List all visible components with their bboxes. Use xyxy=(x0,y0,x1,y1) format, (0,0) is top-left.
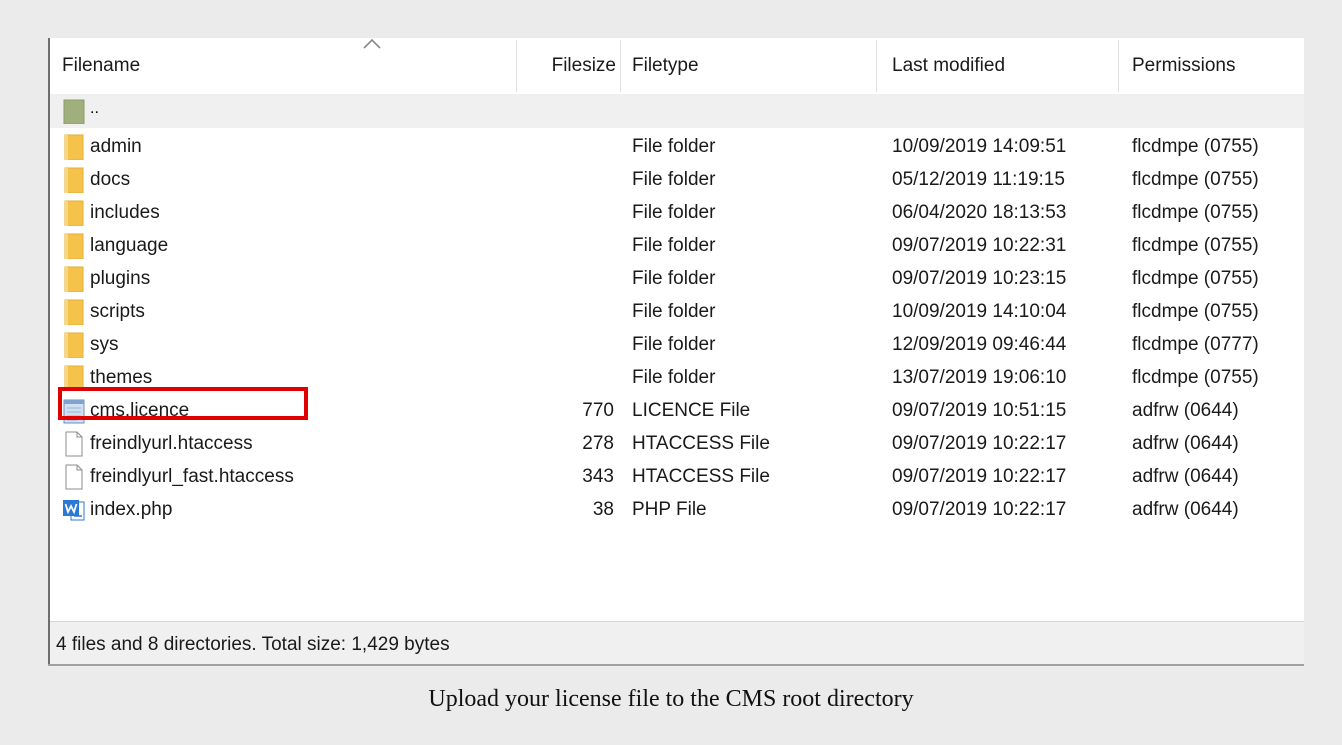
file-size xyxy=(518,229,614,262)
file-permissions: adfrw (0644) xyxy=(1132,400,1239,421)
file-type: File folder xyxy=(632,334,716,355)
file-size xyxy=(518,262,614,295)
folder-icon xyxy=(62,266,86,293)
file-permissions: flcdmpe (0755) xyxy=(1132,301,1259,322)
file-size: 343 xyxy=(582,466,614,487)
table-row[interactable]: language File folder 09/07/2019 10:22:31 fl… xyxy=(50,229,1304,262)
file-permissions: adfrw (0644) xyxy=(1132,499,1239,520)
file-size xyxy=(518,295,614,328)
file-name: admin xyxy=(90,136,142,157)
column-header-permissions[interactable]: Permissions xyxy=(1132,52,1235,80)
file-size: 770 xyxy=(582,400,614,421)
table-row[interactable]: scripts File folder 10/09/2019 14:10:04 flc… xyxy=(50,295,1304,328)
file-name: docs xyxy=(90,169,131,190)
file-size xyxy=(518,196,614,229)
folder-icon xyxy=(62,299,86,326)
column-header-filetype[interactable]: Filetype xyxy=(632,52,699,80)
file-last-modified: 06/04/2020 18:13:53 xyxy=(892,202,1067,223)
file-name: plugins xyxy=(90,268,151,289)
file-last-modified: 09/07/2019 10:22:31 xyxy=(892,235,1067,256)
file-last-modified: 09/07/2019 10:22:17 xyxy=(892,499,1067,520)
parent-directory-label: .. xyxy=(90,100,99,117)
file-name: sys xyxy=(90,334,119,355)
file-type: File folder xyxy=(632,301,716,322)
column-header-bar: Filename Filesize Filetype Last modified… xyxy=(50,38,1304,95)
table-row[interactable]: freindlyurl_fast.htaccess 343 HTACCESS Fil… xyxy=(50,460,1304,493)
column-header-last-modified[interactable]: Last modified xyxy=(892,52,1005,80)
file-type: LICENCE File xyxy=(632,400,751,421)
file-size xyxy=(518,163,614,196)
file-name: freindlyurl_fast.htaccess xyxy=(90,466,294,487)
file-size xyxy=(518,361,614,394)
status-bar: 4 files and 8 directories. Total size: 1… xyxy=(50,621,1304,667)
file-type: File folder xyxy=(632,367,716,388)
file-permissions: adfrw (0644) xyxy=(1132,466,1239,487)
file-last-modified: 09/07/2019 10:23:15 xyxy=(892,268,1067,289)
word-file-icon xyxy=(62,497,86,523)
file-permissions: flcdmpe (0777) xyxy=(1132,334,1259,355)
status-text: 4 files and 8 directories. Total size: 1… xyxy=(56,634,450,655)
panel-border xyxy=(48,664,1304,666)
column-separator[interactable] xyxy=(620,40,621,92)
file-last-modified: 10/09/2019 14:10:04 xyxy=(892,301,1067,322)
file-name: freindlyurl.htaccess xyxy=(90,433,253,454)
table-row[interactable]: index.php 38 PHP File 09/07/2019 10:22:17 ad… xyxy=(50,493,1304,526)
file-last-modified: 09/07/2019 10:22:17 xyxy=(892,466,1067,487)
file-size xyxy=(518,328,614,361)
file-last-modified: 10/09/2019 14:09:51 xyxy=(892,136,1067,157)
file-type: File folder xyxy=(632,235,716,256)
file-permissions: flcdmpe (0755) xyxy=(1132,367,1259,388)
blank-file-icon xyxy=(62,464,86,490)
file-type: File folder xyxy=(632,268,716,289)
file-type: File folder xyxy=(632,136,716,157)
sort-ascending-icon[interactable] xyxy=(362,38,382,50)
file-type: File folder xyxy=(632,202,716,223)
folder-icon xyxy=(62,332,86,359)
column-header-filesize[interactable]: Filesize xyxy=(516,52,616,80)
file-name: includes xyxy=(90,202,160,223)
table-row[interactable]: sys File folder 12/09/2019 09:46:44 flcdmpe… xyxy=(50,328,1304,361)
file-name: index.php xyxy=(90,499,173,520)
file-permissions: flcdmpe (0755) xyxy=(1132,268,1259,289)
folder-icon xyxy=(62,200,86,227)
folder-icon xyxy=(62,167,86,194)
file-size xyxy=(518,130,614,163)
file-last-modified: 09/07/2019 10:22:17 xyxy=(892,433,1067,454)
table-row[interactable]: includes File folder 06/04/2020 18:13:53 fl… xyxy=(50,196,1304,229)
file-permissions: flcdmpe (0755) xyxy=(1132,136,1259,157)
file-name: language xyxy=(90,235,169,256)
file-list-panel: Filename Filesize Filetype Last modified… xyxy=(48,38,1304,667)
file-size: 278 xyxy=(582,433,614,454)
highlight-box xyxy=(58,387,308,420)
file-permissions: flcdmpe (0755) xyxy=(1132,202,1259,223)
caption-text: Upload your license file to the CMS root… xyxy=(428,686,914,712)
blank-file-icon xyxy=(62,431,86,457)
file-type: File folder xyxy=(632,169,716,190)
file-type: HTACCESS File xyxy=(632,466,770,487)
file-type: HTACCESS File xyxy=(632,433,770,454)
file-last-modified: 05/12/2019 11:19:15 xyxy=(892,169,1065,190)
table-row[interactable]: admin File folder 10/09/2019 14:09:51 flcdm… xyxy=(50,130,1304,163)
parent-folder-icon xyxy=(63,99,85,124)
file-size: 38 xyxy=(592,499,614,520)
parent-directory-row[interactable]: .. xyxy=(50,94,1304,128)
folder-icon xyxy=(62,233,86,260)
column-header-filename[interactable]: Filename xyxy=(62,52,140,80)
file-last-modified: 13/07/2019 19:06:10 xyxy=(892,367,1067,388)
column-separator[interactable] xyxy=(876,40,877,92)
column-separator[interactable] xyxy=(1118,40,1119,92)
file-permissions: flcdmpe (0755) xyxy=(1132,169,1259,190)
folder-icon xyxy=(62,134,86,161)
file-name: scripts xyxy=(90,301,145,322)
file-permissions: adfrw (0644) xyxy=(1132,433,1239,454)
table-row[interactable]: docs File folder 05/12/2019 11:19:15 flcdmp… xyxy=(50,163,1304,196)
table-row[interactable]: freindlyurl.htaccess 278 HTACCESS File 09/0… xyxy=(50,427,1304,460)
file-last-modified: 09/07/2019 10:51:15 xyxy=(892,400,1067,421)
table-row[interactable]: plugins File folder 09/07/2019 10:23:15 flc… xyxy=(50,262,1304,295)
file-last-modified: 12/09/2019 09:46:44 xyxy=(892,334,1067,355)
file-permissions: flcdmpe (0755) xyxy=(1132,235,1259,256)
file-type: PHP File xyxy=(632,499,707,520)
